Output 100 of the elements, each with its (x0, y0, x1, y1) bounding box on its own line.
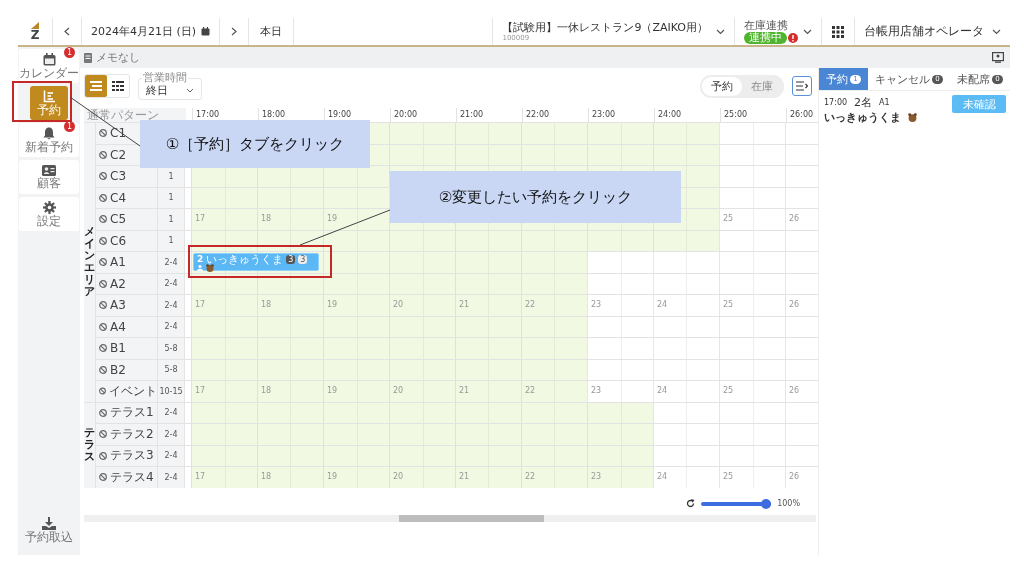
settings-icon[interactable] (42, 200, 56, 214)
circle-slash-icon (99, 408, 107, 417)
sidebar-item[interactable]: 新着予約 1 (19, 123, 79, 157)
date-picker-button[interactable]: 2024年4月21日 (日) (82, 18, 221, 45)
timeline-cell: 21 (455, 467, 521, 488)
grid-icon[interactable] (112, 81, 124, 91)
capacity-cell: 2-4 (157, 424, 184, 445)
chevron-down-icon[interactable] (992, 28, 1001, 35)
calendar-icon[interactable] (42, 52, 56, 66)
table-name: イベント (109, 382, 157, 400)
timeline-cell: 22 (521, 381, 587, 402)
circle-slash-icon (99, 322, 107, 331)
timeline-cell: 17 (191, 381, 257, 402)
screen-icon[interactable] (992, 52, 1004, 63)
timeline-cell: 21 (455, 381, 521, 402)
capacity-cell: 2-4 (157, 252, 184, 273)
timeline-cell: 22 (521, 467, 587, 488)
reset-icon[interactable] (686, 499, 696, 508)
hour-header: 25:00 (720, 108, 786, 122)
logo-mark-icon (31, 22, 39, 29)
person-icon (197, 264, 203, 271)
chevron-right-icon[interactable] (231, 27, 238, 36)
apps-grid-icon[interactable] (832, 25, 844, 38)
capacity-cell: 2-4 (157, 316, 184, 337)
chevron-down-icon[interactable] (186, 87, 194, 93)
area-label: テラス (84, 401, 95, 488)
reservation-time: 17:00 (824, 98, 848, 107)
table-name: C1 (110, 126, 126, 141)
calendar-icon[interactable] (201, 27, 211, 36)
download-icon[interactable] (42, 516, 56, 530)
sidebar-item[interactable]: 顧客 (19, 160, 79, 194)
store-name: 【試験用】一休レストラン9（ZAIKO用） (502, 20, 708, 34)
import-button[interactable]: 予約取込 (19, 513, 79, 547)
table-name: C6 (110, 233, 126, 248)
sidebar-item[interactable]: 設定 (19, 197, 79, 231)
circle-slash-icon (99, 215, 107, 224)
capacity-cell: 2-4 (157, 273, 184, 294)
timeline-cell: 17 (191, 467, 257, 488)
circle-slash-icon (99, 430, 107, 439)
highlight-frame (12, 81, 72, 122)
memo-text: メモなし (96, 50, 140, 65)
table-name: A1 (110, 255, 126, 270)
guest-name: いっきゅうくま (824, 110, 901, 125)
timeline-cell: 20 (389, 467, 455, 488)
chevron-down-icon[interactable] (716, 28, 725, 35)
mode-tab[interactable]: 在庫 (742, 76, 782, 96)
table-name: テラス1 (110, 404, 154, 422)
scrollbar-thumb[interactable] (399, 514, 544, 522)
guest-name: いっきゅうくま (206, 253, 284, 265)
circle-slash-icon (99, 279, 107, 288)
mode-tab[interactable]: 予約 (702, 76, 742, 96)
timeline-cell: 22 (521, 295, 587, 316)
operator-menu-button[interactable]: 台帳用店舗オペレータ (855, 18, 1010, 45)
timeline-cell: 18 (257, 467, 323, 488)
sidebar-item[interactable]: 予約 (30, 86, 68, 120)
id-card-icon[interactable] (42, 164, 56, 176)
timeline-cell: 19 (323, 295, 389, 316)
capacity-cell: 1 (157, 166, 184, 187)
count-badge: 3 (298, 254, 308, 264)
circle-slash-icon (99, 473, 107, 482)
circle-slash-icon (99, 150, 107, 159)
count-badge: 3 (286, 254, 296, 264)
timeline-cell: 20 (389, 295, 455, 316)
timeline-cell: 21 (455, 295, 521, 316)
hour-header: 21:00 (456, 108, 522, 122)
memo-icon (84, 52, 92, 63)
logo: Z (30, 29, 40, 41)
sidebar-item[interactable]: カレンダー 1 (19, 49, 79, 83)
timeline-cell: 18 (257, 209, 323, 230)
area-label: メインエリア (84, 122, 95, 402)
list-icon[interactable] (90, 81, 102, 91)
scrollbar-track[interactable] (84, 514, 816, 522)
timeline-cell: 19 (323, 381, 389, 402)
chevron-down-icon[interactable] (803, 28, 812, 35)
chevron-left-icon[interactable] (64, 27, 70, 36)
timeline-cell: 19 (323, 209, 389, 230)
circle-slash-icon (99, 193, 107, 202)
capacity-cell: 1 (157, 209, 184, 230)
bell-icon[interactable] (43, 126, 55, 140)
circle-slash-icon (99, 258, 107, 267)
inventory-link-label: 在庫連携 (744, 19, 788, 32)
list-chart-icon[interactable] (42, 89, 56, 103)
hour-header: 24:00 (654, 108, 720, 122)
panel-toggle-button[interactable] (792, 76, 812, 96)
capacity-cell: 1 (157, 187, 184, 208)
avatar-icon (206, 263, 214, 272)
capacity-cell: 10-15 (157, 381, 184, 402)
circle-slash-icon (99, 365, 107, 374)
today-button[interactable]: 本日 (249, 18, 295, 45)
reservation-block[interactable]: 2 いっきゅうくま 3 3 (193, 253, 319, 271)
hour-header: 20:00 (390, 108, 456, 122)
zoom-reading: 100% (777, 499, 800, 508)
table-name: B2 (110, 362, 126, 377)
capacity-cell: 2-4 (157, 402, 184, 423)
status-pill: 連携中 (744, 31, 787, 44)
table-name: A2 (110, 276, 126, 291)
table-name: A1 (879, 98, 890, 107)
zoom-slider[interactable] (701, 498, 772, 509)
collapse-menu-icon[interactable] (796, 81, 808, 91)
capacity-cell: 1 (157, 230, 184, 251)
